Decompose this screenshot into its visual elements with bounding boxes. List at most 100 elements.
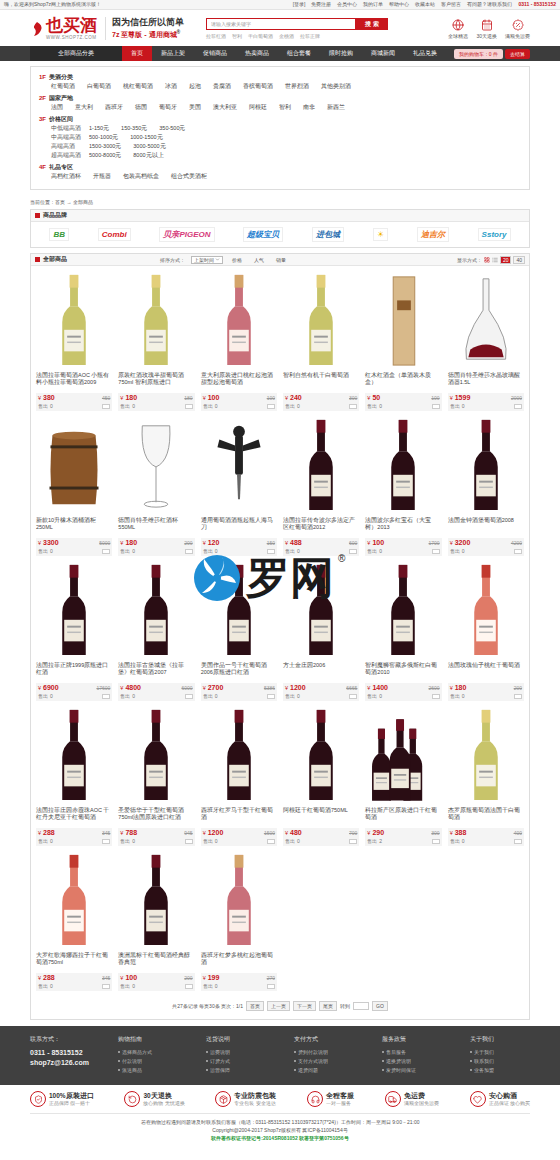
buy-button[interactable] <box>102 839 110 844</box>
product-name[interactable]: 德国肖特圣维莎水晶玻璃醒酒器1.5L <box>448 372 524 393</box>
product-card[interactable]: 法国金钟酒堡葡萄酒2008¥32004200售出0 <box>448 415 524 556</box>
product-card[interactable]: 西班牙红梦多桃红起泡葡萄酒¥199270售出0 <box>201 850 277 991</box>
product-name[interactable]: 法国拉菲传奇波尔多法定产区红葡萄酒2012 <box>283 517 359 538</box>
buy-button[interactable] <box>185 984 193 989</box>
hot-keyword[interactable]: 干白葡萄酒 <box>248 33 273 39</box>
product-image[interactable] <box>289 561 353 659</box>
category-link[interactable]: 高档红酒杯 <box>51 172 81 181</box>
sort-option[interactable]: 销量 <box>273 256 289 264</box>
category-link[interactable]: 1500-3000元 <box>89 142 121 151</box>
product-name[interactable]: 法国拉菲古堡城堡《拉菲堡》红葡萄酒2007 <box>118 662 194 683</box>
grid-view-icon[interactable] <box>484 257 490 263</box>
product-card[interactable]: 大罗红歌海娜西拉子干红葡萄酒750ml¥288345售出0 <box>36 850 112 991</box>
category-link[interactable]: 香槟葡萄酒 <box>243 82 273 91</box>
product-image[interactable] <box>42 851 106 949</box>
product-image[interactable] <box>42 416 106 514</box>
per-page-option[interactable]: 20 <box>500 256 512 264</box>
nav-item[interactable]: 礼品兑换 <box>404 46 446 61</box>
category-link[interactable]: 澳大利亚 <box>213 103 237 112</box>
buy-button[interactable] <box>267 984 275 989</box>
category-link[interactable]: 智利 <box>279 103 291 112</box>
per-page-option[interactable]: 40 <box>513 256 525 264</box>
product-card[interactable]: 西班牙红罗马干型干红葡萄酒¥12001500售出0 <box>201 705 277 846</box>
buy-button[interactable] <box>432 404 440 409</box>
category-link[interactable]: 白葡萄酒 <box>87 82 111 91</box>
brand-logo[interactable]: 超级宝贝 <box>243 227 283 242</box>
category-link[interactable]: 起泡 <box>189 82 201 91</box>
top-link[interactable]: 帮助中心 <box>389 1 409 8</box>
product-card[interactable]: 法国拉菲正牌1999原瓶进口红酒¥690017600售出0 <box>36 560 112 701</box>
product-image[interactable] <box>454 706 518 804</box>
top-link[interactable]: 收藏本站 <box>415 1 435 8</box>
buy-button[interactable] <box>432 694 440 699</box>
buy-button[interactable] <box>432 839 440 844</box>
page-input[interactable] <box>353 1002 369 1010</box>
brand-logo[interactable]: Combi <box>98 228 131 241</box>
product-name[interactable]: 意大利原装进口桃红起泡酒甜型起泡葡萄酒 <box>201 372 277 393</box>
product-card[interactable]: 方士金庄园2006¥12006665售出0 <box>283 560 359 701</box>
buy-button[interactable] <box>267 839 275 844</box>
product-card[interactable]: 意大利原装进口桃红起泡酒甜型起泡葡萄酒¥100100售出0 <box>201 270 277 411</box>
footer-link[interactable]: 运营保障 <box>206 1067 266 1073</box>
buy-button[interactable] <box>102 694 110 699</box>
category-link[interactable]: 德国 <box>135 103 147 112</box>
product-image[interactable] <box>289 706 353 804</box>
checkout-button[interactable]: 去结算 <box>505 49 530 59</box>
product-card[interactable]: 法国拉菲古堡城堡《拉菲堡》红葡萄酒2007¥48006000售出0 <box>118 560 194 701</box>
product-card[interactable]: 美国作品一号干红葡萄酒2006原瓶进口红酒¥27005386售出0 <box>201 560 277 701</box>
list-view-icon[interactable] <box>492 257 498 263</box>
product-name[interactable]: 方士金庄园2006 <box>283 662 359 683</box>
footer-link[interactable]: 退货问题 <box>294 1067 354 1073</box>
footer-link[interactable]: 发货时间保证 <box>382 1067 442 1073</box>
product-image[interactable] <box>124 416 188 514</box>
nav-item[interactable]: 商城新闻 <box>362 46 404 61</box>
product-card[interactable]: 圣爱德华于干型红葡萄酒750ml法国原装进口红酒¥788945售出0 <box>118 705 194 846</box>
nav-item[interactable]: 首页 <box>122 46 152 61</box>
page-button[interactable]: 上一页 <box>267 1001 290 1011</box>
category-link[interactable]: 阿根廷 <box>249 103 267 112</box>
category-link[interactable]: 5000-8000元 <box>89 151 121 160</box>
hot-keyword[interactable]: 拉菲正牌 <box>300 33 320 39</box>
product-card[interactable]: 通用葡萄酒酒瓶起瓶人海马刀¥120150售出0 <box>201 415 277 556</box>
footer-link[interactable]: 订货方式 <box>206 1058 266 1064</box>
product-image[interactable] <box>42 271 106 369</box>
product-image[interactable] <box>371 271 435 369</box>
buy-button[interactable] <box>185 549 193 554</box>
category-link[interactable]: 南非 <box>303 103 315 112</box>
top-link[interactable]: 有问题？请联系我们 <box>467 1 512 8</box>
product-name[interactable]: 大罗红歌海娜西拉子干红葡萄酒750ml <box>36 952 112 973</box>
buy-button[interactable] <box>185 839 193 844</box>
product-card[interactable]: 杰罗原瓶葡萄酒法国干白葡萄酒¥388400售出0 <box>448 705 524 846</box>
footer-link[interactable]: 联系我们 <box>470 1058 530 1064</box>
buy-button[interactable] <box>432 549 440 554</box>
product-image[interactable] <box>207 416 271 514</box>
product-name[interactable]: 德国肖特圣维莎红酒杯550ML <box>118 517 194 538</box>
product-image[interactable] <box>124 271 188 369</box>
product-name[interactable]: 原装红酒玫瑰半甜葡萄酒750ml 智利原瓶进口 <box>118 372 194 393</box>
brand-logo[interactable]: ☀ <box>373 228 388 241</box>
product-name[interactable]: 美国作品一号干红葡萄酒2006原瓶进口红酒 <box>201 662 277 683</box>
product-card[interactable]: 科拉斯产区原装进口干红葡萄酒¥290300售出2 <box>365 705 441 846</box>
product-name[interactable]: 红木红酒盒（单酒装木质盒） <box>365 372 441 393</box>
footer-link[interactable]: 退换货说明 <box>382 1058 442 1064</box>
buy-button[interactable] <box>267 694 275 699</box>
buy-button[interactable] <box>349 839 357 844</box>
sort-option[interactable]: 人气 <box>251 256 267 264</box>
buy-button[interactable] <box>514 694 522 699</box>
footer-link[interactable]: 运费说明 <box>206 1049 266 1055</box>
nav-item[interactable]: 限时抢购 <box>320 46 362 61</box>
buy-button[interactable] <box>267 549 275 554</box>
product-image[interactable] <box>454 416 518 514</box>
product-card[interactable]: 德国肖特圣维莎水晶玻璃醒酒器1.5L¥15992000售出0 <box>448 270 524 411</box>
product-name[interactable]: 通用葡萄酒酒瓶起瓶人海马刀 <box>201 517 277 538</box>
page-button[interactable]: 下一页 <box>293 1001 316 1011</box>
hot-keyword[interactable]: 智利 <box>232 33 242 39</box>
category-link[interactable]: 其他类别酒 <box>321 82 351 91</box>
footer-link[interactable]: 业务加盟 <box>470 1067 530 1073</box>
nav-item[interactable]: 促销商品 <box>194 46 236 61</box>
product-card[interactable]: 法国波尔多红宝石（大宝树）2013¥1001700售出0 <box>365 415 441 556</box>
product-card[interactable]: 法国拉菲庄园赤霞珠AOC 干红丹夫尼亚干红葡萄酒¥288345售出0 <box>36 705 112 846</box>
product-name[interactable]: 智利魔狮窖藏多俄斯红白葡萄酒2010 <box>365 662 441 683</box>
product-card[interactable]: 新款10升橡木酒桶酒柜 250ML¥33005000售出0 <box>36 415 112 556</box>
cart-button[interactable]: 我的购物车：0 件 <box>454 49 503 59</box>
